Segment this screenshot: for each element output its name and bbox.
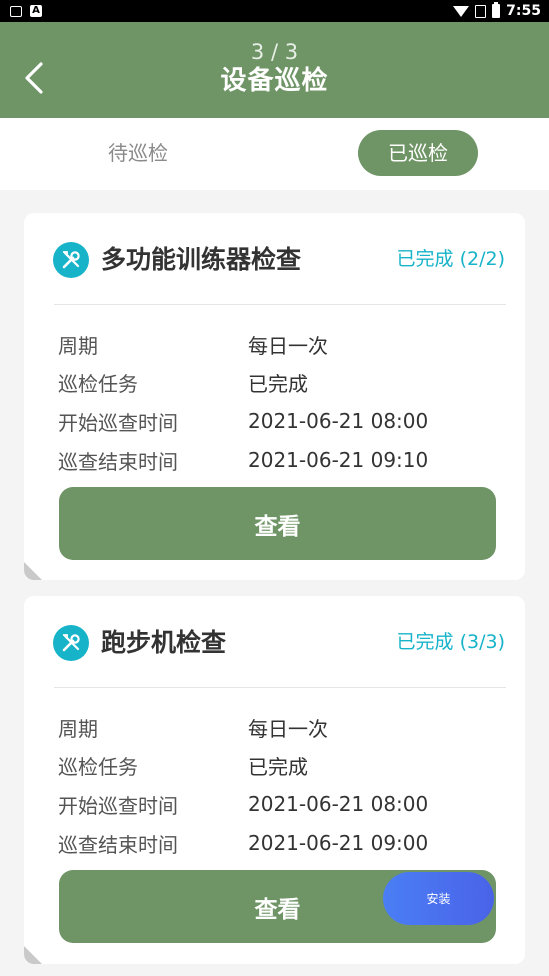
detail-row: 巡查结束时间 2021-06-21 09:10: [58, 441, 508, 480]
page-title: 设备巡检: [220, 66, 329, 96]
card-header: 跑步机检查 已完成 (3/3): [24, 596, 525, 688]
detail-label: 巡查结束时间: [58, 832, 178, 857]
detail-value: 2021-06-21 09:00: [248, 831, 429, 856]
detail-row: 开始巡查时间 2021-06-21 08:00: [58, 402, 508, 441]
tab-bar: 待巡检 已巡检: [0, 118, 549, 190]
corner-decoration: [24, 562, 42, 580]
card-title: 多功能训练器检查: [101, 245, 302, 274]
divider: [54, 687, 506, 688]
detail-list: 周期 每日一次 巡检任务 已完成 开始巡查时间 2021-06-21 08:00…: [58, 325, 508, 479]
app-header: 3 / 3 设备巡检: [0, 22, 549, 118]
detail-value: 2021-06-21 09:10: [248, 448, 429, 473]
detail-value: 2021-06-21 08:00: [248, 792, 429, 817]
detail-value: 每日一次: [248, 716, 328, 741]
view-button[interactable]: 查看: [59, 487, 496, 560]
status-badge: 已完成 (2/2): [396, 248, 505, 270]
detail-row: 巡检任务 已完成: [58, 747, 508, 786]
app-notification-icon: A: [30, 5, 42, 17]
detail-label: 开始巡查时间: [58, 410, 178, 435]
status-time: 7:55: [506, 3, 541, 19]
detail-value: 已完成: [248, 755, 308, 780]
tools-icon: [53, 242, 89, 278]
battery-icon: [492, 2, 501, 18]
detail-row: 周期 每日一次: [58, 325, 508, 364]
detail-row: 巡检任务 已完成: [58, 364, 508, 403]
divider: [54, 304, 506, 305]
detail-row: 周期 每日一次: [58, 708, 508, 747]
detail-label: 巡查结束时间: [58, 449, 178, 474]
status-bar: A 7:55: [0, 0, 549, 22]
detail-list: 周期 每日一次 巡检任务 已完成 开始巡查时间 2021-06-21 08:00…: [58, 708, 508, 862]
no-sim-icon: [475, 4, 487, 18]
status-badge: 已完成 (3/3): [396, 631, 505, 653]
install-button[interactable]: 安装: [383, 872, 494, 925]
tools-icon: [53, 625, 89, 661]
tab-completed-inspection[interactable]: 已巡检: [358, 130, 478, 176]
detail-label: 巡检任务: [58, 755, 138, 780]
detail-value: 每日一次: [248, 333, 328, 358]
detail-label: 开始巡查时间: [58, 793, 178, 818]
image-notification-icon: [10, 5, 22, 17]
detail-value: 已完成: [248, 372, 308, 397]
detail-row: 开始巡查时间 2021-06-21 08:00: [58, 785, 508, 824]
detail-label: 周期: [58, 333, 98, 358]
card-header: 多功能训练器检查 已完成 (2/2): [24, 213, 525, 305]
detail-value: 2021-06-21 08:00: [248, 409, 429, 434]
detail-label: 巡检任务: [58, 372, 138, 397]
detail-label: 周期: [58, 716, 98, 741]
card-title: 跑步机检查: [101, 628, 227, 657]
detail-row: 巡查结束时间 2021-06-21 09:00: [58, 824, 508, 863]
corner-decoration: [24, 946, 42, 964]
inspection-card: 多功能训练器检查 已完成 (2/2) 周期 每日一次 巡检任务 已完成 开始巡查…: [24, 213, 525, 580]
tab-pending-inspection[interactable]: 待巡检: [78, 130, 198, 176]
wifi-icon: [453, 5, 470, 17]
